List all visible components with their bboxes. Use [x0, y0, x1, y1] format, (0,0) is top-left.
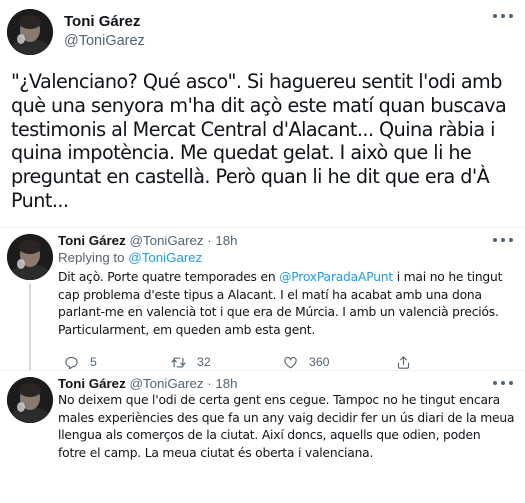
- like-button[interactable]: 360: [283, 354, 330, 370]
- retweet-icon: [171, 357, 186, 367]
- author-name[interactable]: Toni Gárez: [58, 233, 126, 248]
- reply-text: No deixem que l'odi de certa gent ens ce…: [58, 392, 520, 462]
- tweet-text-line: testimonis al Mercat Central d'Alacant..…: [11, 117, 495, 141]
- tweet-text-line: quina impotència. Me quedat gelat. I aix…: [11, 141, 472, 165]
- reply-text-line: males experiències des que fa un any vai…: [58, 410, 515, 425]
- separator-dot: ·: [207, 376, 212, 391]
- author-avatar[interactable]: [7, 9, 53, 55]
- reply-text-line: parlant-me en valencià tot i que era de …: [58, 305, 499, 320]
- retweet-count: 32: [197, 355, 211, 369]
- main-tweet: Toni Gárez @ToniGarez "¿Valenciano? Qué …: [0, 0, 525, 228]
- author-name[interactable]: Toni Gárez: [58, 376, 126, 391]
- reply-text-line: cap problema d'este tipus a Alacant. I e…: [58, 287, 482, 302]
- reply-bubble-icon: [65, 356, 78, 369]
- author-handle[interactable]: @ToniGarez: [129, 233, 203, 248]
- tweet-text-line: què una senyora m'ha dit açò este matí q…: [11, 93, 507, 117]
- reply-count: 5: [90, 355, 97, 369]
- thread-connector-line: [29, 284, 31, 370]
- reply-button[interactable]: 5: [64, 354, 97, 370]
- tweet-text-line: Punt...: [11, 188, 69, 212]
- action-bar: 5 32 360: [64, 354, 484, 370]
- tweet-text-line: preguntat en castellà. Però quan li he d…: [11, 165, 490, 189]
- more-options-icon[interactable]: [492, 9, 514, 23]
- reply-text-segment: i mai no he tingut: [393, 270, 503, 284]
- author-handle[interactable]: @ToniGarez: [129, 376, 203, 391]
- reply-text-segment: Dit açò. Porte quatre temporades en: [58, 270, 280, 284]
- reply-text: Dit açò. Porte quatre temporades en @Pro…: [58, 269, 520, 339]
- tweet-text: "¿Valenciano? Qué asco". Si haguereu sen…: [11, 70, 519, 213]
- tweet-text-line: "¿Valenciano? Qué asco". Si haguereu sen…: [11, 70, 502, 93]
- mention-link[interactable]: @ProxParadaAPunt: [279, 270, 393, 284]
- reply-text-line: fotre el camp. La meua ciutat és oberta …: [58, 445, 374, 460]
- timestamp[interactable]: 18h: [215, 233, 237, 248]
- more-options-icon[interactable]: [492, 376, 514, 390]
- share-icon: [397, 355, 410, 369]
- reply-text-line: llengua als comerços de la ciutat. Així …: [58, 428, 481, 443]
- author-name[interactable]: Toni Gárez: [64, 13, 140, 30]
- reply-tweet[interactable]: Toni Gárez @ToniGarez · 18h Replying to …: [0, 228, 525, 370]
- timestamp[interactable]: 18h: [215, 376, 237, 391]
- reply-header: Toni Gárez @ToniGarez · 18h: [58, 376, 238, 391]
- like-count: 360: [309, 355, 330, 369]
- author-handle[interactable]: @ToniGarez: [64, 33, 145, 49]
- reply-header: Toni Gárez @ToniGarez · 18h: [58, 233, 238, 248]
- separator-dot: ·: [207, 233, 212, 248]
- heart-icon: [284, 356, 297, 368]
- reply-text-line: No deixem que l'odi de certa gent ens ce…: [58, 393, 500, 407]
- reply-text-line: Dit açò. Porte quatre temporades en @Pro…: [58, 269, 520, 287]
- reply-tweet[interactable]: Toni Gárez @ToniGarez · 18h No deixem qu…: [0, 371, 525, 503]
- replying-to: Replying to @ToniGarez: [58, 250, 202, 265]
- author-avatar[interactable]: [7, 377, 53, 423]
- reply-text-line: Particularment, em queden amb esta gent.: [58, 322, 316, 337]
- replying-to-handle[interactable]: @ToniGarez: [128, 250, 202, 265]
- retweet-button[interactable]: 32: [171, 354, 211, 370]
- author-avatar[interactable]: [7, 234, 53, 280]
- more-options-icon[interactable]: [492, 233, 514, 247]
- replying-to-label: Replying to: [58, 250, 125, 265]
- share-button[interactable]: [396, 354, 411, 370]
